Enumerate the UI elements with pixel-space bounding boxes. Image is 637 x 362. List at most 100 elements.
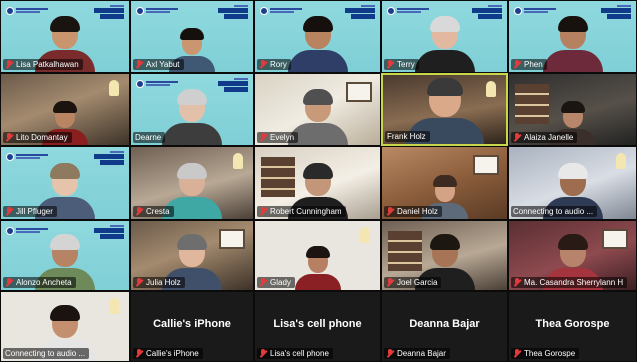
participant-name: Joel Garcia — [397, 278, 438, 287]
participant-name: Terry — [397, 60, 415, 69]
participant-name: Evelyn — [270, 133, 295, 142]
anniversary-badge-icon — [472, 4, 502, 22]
microphone-muted-icon — [259, 278, 267, 287]
participant-name-label: Robert Cunningham — [257, 206, 346, 217]
microphone-muted-icon — [386, 60, 394, 69]
microphone-muted-icon — [513, 349, 521, 358]
participant-tile[interactable]: Frank Holz — [381, 73, 508, 146]
participant-name-label: Daniel Holz — [384, 206, 442, 217]
participant-name: Frank Holz — [387, 132, 426, 141]
anniversary-badge-icon — [218, 77, 248, 95]
participant-tile[interactable]: Robert Cunningham — [254, 146, 381, 220]
participant-tile[interactable]: Jill Pfluger — [0, 146, 130, 220]
participant-tile[interactable]: Rory — [254, 0, 381, 73]
participant-name-label: Lito Domantay — [3, 132, 72, 143]
participant-name: Thea Gorospe — [524, 349, 576, 358]
participant-tile[interactable]: Connecting to audio ... — [508, 146, 637, 220]
background-decor — [219, 229, 245, 249]
participant-name-label: Jill Pfluger — [3, 206, 57, 217]
participant-tile[interactable]: Daniel Holz — [381, 146, 508, 220]
participant-name: Dearne — [135, 133, 162, 142]
participant-name-label: Julia Holz — [133, 277, 185, 288]
organization-logo-icon — [6, 226, 50, 235]
background-decor — [473, 155, 499, 175]
anniversary-badge-icon — [94, 150, 124, 168]
microphone-muted-icon — [5, 278, 13, 287]
participant-name-label: Connecting to audio ... — [3, 348, 90, 359]
participant-name: Phen — [524, 60, 543, 69]
participant-tile[interactable]: Cresta — [130, 146, 254, 220]
background-decor — [360, 227, 370, 243]
participant-name: Alaiza Janelle — [524, 133, 574, 142]
background-decor — [233, 153, 243, 169]
participant-tile[interactable]: Phen — [508, 0, 637, 73]
participant-name: Glady — [270, 278, 291, 287]
participant-tile[interactable]: Axl Yabut — [130, 0, 254, 73]
participant-tile[interactable]: Alonzo Ancheta — [0, 220, 130, 291]
participant-name: Deanna Bajar — [397, 349, 446, 358]
participant-tile[interactable]: Joel Garcia — [381, 220, 508, 291]
background-decor — [109, 298, 119, 314]
participant-name-label: Alonzo Ancheta — [3, 277, 76, 288]
participant-name-label: Deanna Bajar — [384, 348, 450, 359]
background-decor — [602, 229, 628, 249]
participant-tile[interactable]: Ma. Casandra Sherrylann H — [508, 220, 637, 291]
participant-tile[interactable]: Glady — [254, 220, 381, 291]
participant-name-label: Cresta — [133, 206, 174, 217]
background-decor — [346, 82, 372, 102]
participant-name-label: Evelyn — [257, 132, 299, 143]
participant-name: Lisa Patkalhawan — [16, 60, 79, 69]
background-decor — [616, 153, 626, 169]
participant-name-label: Callie's iPhone — [133, 348, 203, 359]
participant-name-label: Phen — [511, 59, 547, 70]
anniversary-badge-icon — [94, 4, 124, 22]
participant-name-label: Dearne — [133, 132, 166, 143]
microphone-muted-icon — [513, 133, 521, 142]
participant-name: Jill Pfluger — [16, 207, 53, 216]
participant-tile[interactable]: Evelyn — [254, 73, 381, 146]
background-decor — [515, 84, 549, 124]
participant-name-label: Joel Garcia — [384, 277, 442, 288]
participant-tile[interactable]: Julia Holz — [130, 220, 254, 291]
microphone-muted-icon — [135, 207, 143, 216]
participant-name-label: Lisa Patkalhawan — [3, 59, 83, 70]
participant-name-label: Terry — [384, 59, 419, 70]
participant-tile[interactable]: Terry — [381, 0, 508, 73]
participant-name: Julia Holz — [146, 278, 181, 287]
participant-name-label: Thea Gorospe — [511, 348, 580, 359]
participant-display-name: Deanna Bajar — [409, 318, 480, 330]
participant-name: Axl Yabut — [146, 60, 180, 69]
participant-video — [542, 16, 603, 72]
microphone-muted-icon — [259, 60, 267, 69]
participant-display-name: Thea Gorospe — [535, 318, 610, 330]
participant-tile[interactable]: Callie's iPhone Callie's iPhone — [130, 291, 254, 362]
organization-logo-icon — [6, 152, 50, 161]
participant-name: Cresta — [146, 207, 170, 216]
microphone-muted-icon — [135, 349, 143, 358]
anniversary-badge-icon — [218, 4, 248, 22]
participant-display-name: Lisa's cell phone — [273, 318, 362, 330]
participant-name-label: Rory — [257, 59, 291, 70]
video-gallery: Lisa Patkalhawan Axl Yabut Rory Terry Phen Li… — [0, 0, 637, 362]
participant-tile[interactable]: Alaiza Janelle — [508, 73, 637, 146]
participant-name: Lisa's cell phone — [270, 349, 329, 358]
anniversary-badge-icon — [601, 4, 631, 22]
participant-tile[interactable]: Thea Gorospe Thea Gorospe — [508, 291, 637, 362]
participant-video — [162, 89, 222, 145]
microphone-muted-icon — [513, 278, 521, 287]
participant-tile[interactable]: Lito Domantay — [0, 73, 130, 146]
microphone-muted-icon — [135, 278, 143, 287]
participant-tile[interactable]: Lisa Patkalhawan — [0, 0, 130, 73]
participant-video — [294, 246, 341, 290]
participant-name: Rory — [270, 60, 287, 69]
participant-tile[interactable]: Lisa's cell phone Lisa's cell phone — [254, 291, 381, 362]
participant-tile[interactable]: Connecting to audio ... — [0, 291, 130, 362]
participant-name: Connecting to audio ... — [5, 349, 86, 358]
participant-video — [287, 16, 348, 72]
microphone-muted-icon — [259, 207, 267, 216]
participant-tile[interactable]: Dearne — [130, 73, 254, 146]
microphone-muted-icon — [5, 207, 13, 216]
participant-name-label: Frank Holz — [385, 131, 430, 142]
participant-tile[interactable]: Deanna Bajar Deanna Bajar — [381, 291, 508, 362]
microphone-muted-icon — [135, 60, 143, 69]
